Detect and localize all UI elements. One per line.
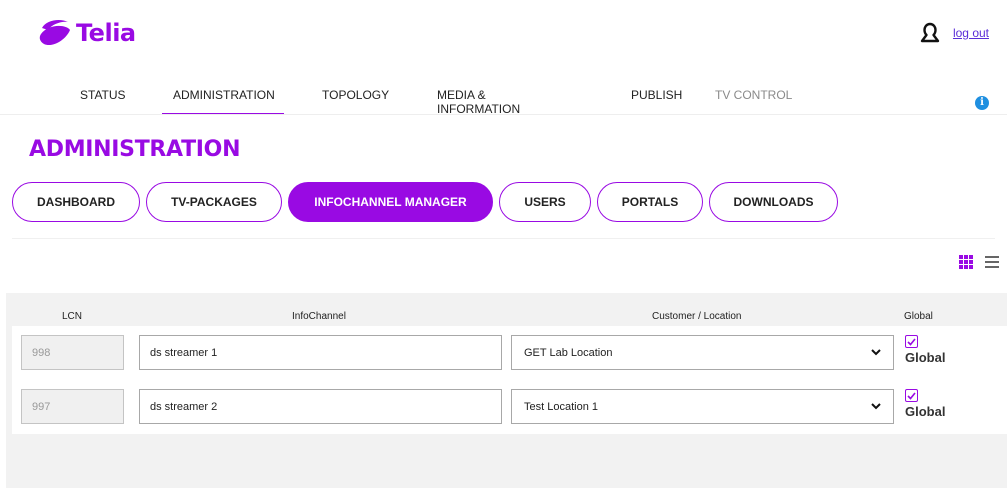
global-checkbox[interactable] (905, 335, 918, 348)
checkmark-icon (907, 391, 916, 400)
subtab-divider (12, 238, 995, 239)
subtab-downloads[interactable]: DOWNLOADS (709, 182, 838, 222)
view-toggle (958, 254, 1000, 270)
grid-view-icon[interactable] (958, 254, 974, 270)
info-icon[interactable]: i (975, 96, 989, 110)
subtab-users[interactable]: USERS (499, 182, 591, 222)
telia-pebble-icon (39, 20, 70, 46)
telia-logo[interactable]: Telia (38, 18, 136, 48)
list-view-icon[interactable] (984, 254, 1000, 270)
chevron-down-icon (871, 403, 881, 410)
global-checkbox[interactable] (905, 389, 918, 402)
table-body: 998 ds streamer 1 GET Lab Location Globa… (12, 326, 1007, 434)
main-nav: STATUS ADMINISTRATION TOPOLOGY MEDIA & I… (62, 88, 825, 116)
chevron-down-icon (871, 349, 881, 356)
table-row: 998 ds streamer 1 GET Lab Location Globa… (12, 326, 1007, 380)
nav-media-information[interactable]: MEDIA & INFORMATION (397, 88, 605, 116)
location-select[interactable]: Test Location 1 (511, 389, 894, 424)
global-label: Global (905, 350, 946, 365)
user-area: log out (919, 22, 989, 44)
subtab-portals[interactable]: PORTALS (597, 182, 703, 222)
header-global: Global (904, 311, 933, 322)
lcn-field: 997 (21, 389, 124, 424)
global-toggle: Global (905, 389, 945, 419)
nav-topology[interactable]: TOPOLOGY (284, 88, 397, 115)
header-location: Customer / Location (652, 311, 742, 322)
brand-name: Telia (76, 19, 136, 47)
nav-divider (0, 114, 1007, 115)
page-title: ADMINISTRATION (29, 137, 241, 162)
infochannel-name-input[interactable]: ds streamer 1 (139, 335, 502, 370)
lcn-field: 998 (21, 335, 124, 370)
logout-link[interactable]: log out (953, 26, 989, 40)
subtab-infochannel-manager[interactable]: INFOCHANNEL MANAGER (288, 182, 493, 222)
infochannel-table: LCN InfoChannel Customer / Location Glob… (6, 293, 1007, 488)
checkmark-icon (907, 337, 916, 346)
header-lcn: LCN (62, 311, 83, 322)
admin-subtabs: DASHBOARD TV-PACKAGES INFOCHANNEL MANAGE… (12, 182, 838, 222)
global-label: Global (905, 404, 946, 419)
nav-publish[interactable]: PUBLISH (605, 88, 705, 115)
user-icon[interactable] (919, 22, 941, 44)
global-toggle: Global (905, 335, 945, 365)
infochannel-name-input[interactable]: ds streamer 2 (139, 389, 502, 424)
location-select-value: GET Lab Location (524, 346, 613, 359)
nav-status[interactable]: STATUS (62, 88, 162, 115)
subtab-dashboard[interactable]: DASHBOARD (12, 182, 140, 222)
header-infochannel: InfoChannel (292, 311, 346, 322)
location-select[interactable]: GET Lab Location (511, 335, 894, 370)
location-select-value: Test Location 1 (524, 400, 598, 413)
table-row: 997 ds streamer 2 Test Location 1 Global (12, 380, 1007, 434)
subtab-tv-packages[interactable]: TV-PACKAGES (146, 182, 282, 222)
nav-tv-control: TV CONTROL (715, 88, 793, 102)
nav-administration[interactable]: ADMINISTRATION (162, 88, 284, 115)
